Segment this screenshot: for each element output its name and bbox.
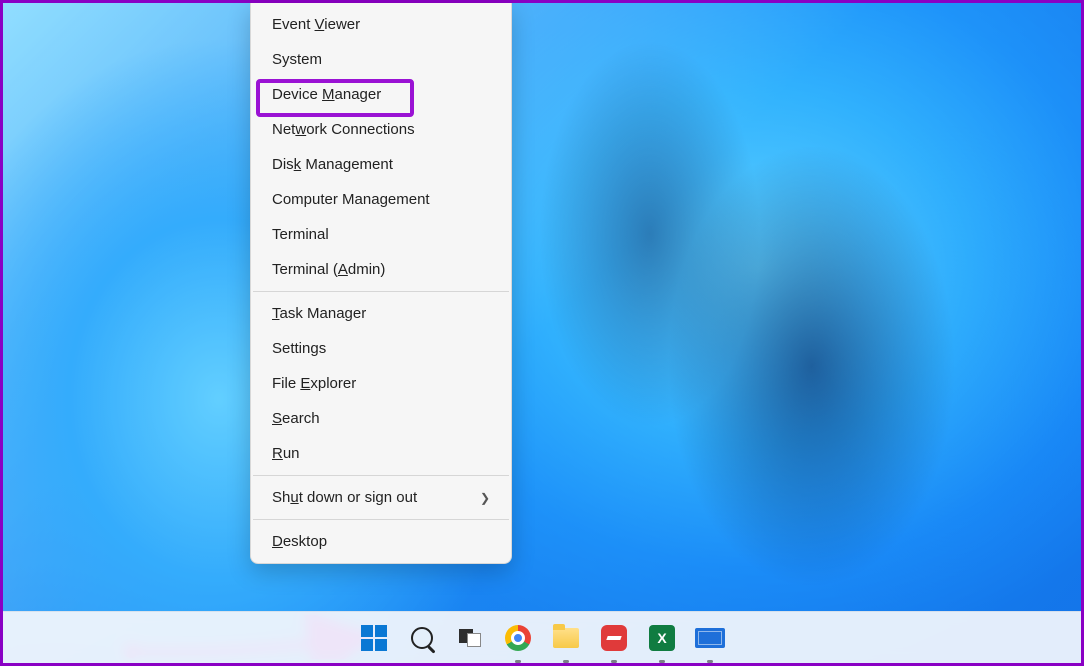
start-icon xyxy=(361,625,387,651)
menu-item-task-manager[interactable]: Task Manager xyxy=(256,296,506,331)
app-blue[interactable] xyxy=(695,623,725,653)
excel-icon: X xyxy=(649,625,675,651)
menu-item-terminal-admin[interactable]: Terminal (Admin) xyxy=(256,252,506,287)
blue-icon xyxy=(695,628,725,648)
menu-item-label: Desktop xyxy=(272,533,327,550)
menu-item-label: Run xyxy=(272,445,300,462)
menu-separator xyxy=(253,519,509,520)
menu-item-terminal[interactable]: Terminal xyxy=(256,217,506,252)
menu-item-label: Device Manager xyxy=(272,86,381,103)
menu-separator xyxy=(253,291,509,292)
menu-item-device-manager[interactable]: Device Manager xyxy=(256,77,506,112)
menu-item-event-viewer[interactable]: Event Viewer xyxy=(256,7,506,42)
menu-item-label: Terminal (Admin) xyxy=(272,261,385,278)
menu-item-disk-management[interactable]: Disk Management xyxy=(256,147,506,182)
desktop-wallpaper xyxy=(3,3,1081,663)
file-explorer-app[interactable] xyxy=(551,623,581,653)
search-button[interactable] xyxy=(407,623,437,653)
excel-app[interactable]: X xyxy=(647,623,677,653)
menu-item-network-connections[interactable]: Network Connections xyxy=(256,112,506,147)
menu-item-desktop[interactable]: Desktop xyxy=(256,524,506,559)
menu-separator xyxy=(253,475,509,476)
folder-icon xyxy=(553,628,579,648)
chrome-icon xyxy=(505,625,531,651)
todoist-app[interactable] xyxy=(599,623,629,653)
task-view-button[interactable] xyxy=(455,623,485,653)
winx-context-menu: Event Viewer System Device Manager Network … xyxy=(250,3,512,564)
menu-item-computer-management[interactable]: Computer Management xyxy=(256,182,506,217)
menu-item-settings[interactable]: Settings xyxy=(256,331,506,366)
menu-item-label: Task Manager xyxy=(272,305,366,322)
menu-item-label: Terminal xyxy=(272,226,329,243)
chrome-app[interactable] xyxy=(503,623,533,653)
menu-item-system[interactable]: System xyxy=(256,42,506,77)
menu-item-label: Event Viewer xyxy=(272,16,360,33)
taskbar: X xyxy=(3,611,1081,663)
menu-item-label: Computer Management xyxy=(272,191,430,208)
menu-item-run[interactable]: Run xyxy=(256,436,506,471)
menu-item-shut-down-or-sign-out[interactable]: Shut down or sign out ❯ xyxy=(256,480,506,515)
menu-item-file-explorer[interactable]: File Explorer xyxy=(256,366,506,401)
red-icon xyxy=(601,625,627,651)
menu-item-search[interactable]: Search xyxy=(256,401,506,436)
menu-item-label: File Explorer xyxy=(272,375,356,392)
menu-item-label: Network Connections xyxy=(272,121,415,138)
menu-item-label: Disk Management xyxy=(272,156,393,173)
menu-item-label: Shut down or sign out xyxy=(272,489,417,506)
menu-item-label: Settings xyxy=(272,340,326,357)
menu-item-label: System xyxy=(272,51,322,68)
menu-item-label: Search xyxy=(272,410,320,427)
search-icon xyxy=(411,627,433,649)
chevron-right-icon: ❯ xyxy=(480,491,490,505)
start-button[interactable] xyxy=(359,623,389,653)
taskview-icon xyxy=(459,629,481,647)
